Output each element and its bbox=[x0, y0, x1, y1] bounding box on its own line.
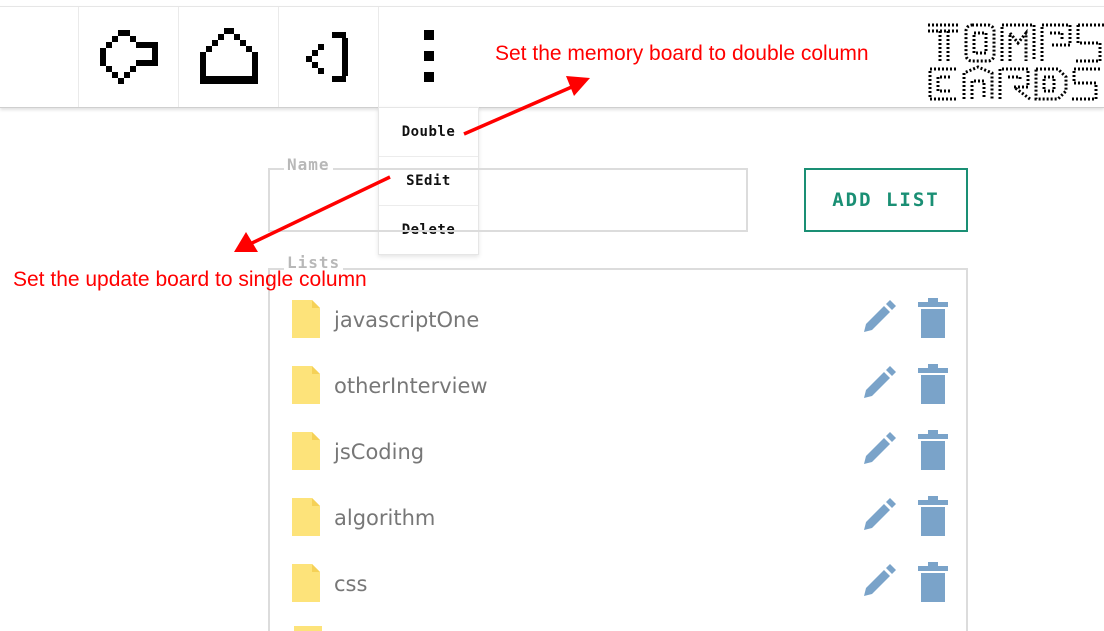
list-item[interactable]: jsCoding bbox=[290, 430, 950, 498]
list-item[interactable]: javascriptOne bbox=[290, 298, 950, 366]
file-icon bbox=[292, 564, 320, 602]
file-icon bbox=[294, 626, 322, 631]
trash-icon[interactable] bbox=[918, 298, 948, 338]
logout-icon bbox=[305, 32, 348, 82]
more-button[interactable] bbox=[378, 7, 478, 107]
logout-button[interactable] bbox=[278, 7, 378, 107]
file-icon bbox=[292, 366, 320, 404]
list-item-label: css bbox=[334, 572, 368, 596]
app-logo bbox=[924, 17, 1104, 103]
trash-icon[interactable] bbox=[918, 496, 948, 536]
home-button[interactable] bbox=[178, 7, 278, 107]
file-icon bbox=[292, 300, 320, 338]
more-vertical-icon bbox=[423, 30, 434, 82]
edit-icon[interactable] bbox=[860, 300, 896, 336]
edit-icon[interactable] bbox=[860, 498, 896, 534]
annotation-sedit: Set the update board to single column bbox=[13, 268, 367, 291]
trash-icon[interactable] bbox=[918, 364, 948, 404]
list-item-label: otherInterview bbox=[334, 374, 488, 398]
list-item-label: jsCoding bbox=[334, 440, 425, 464]
home-icon bbox=[199, 28, 258, 84]
edit-icon[interactable] bbox=[860, 366, 896, 402]
list-item-label: algorithm bbox=[334, 506, 436, 530]
list-item-label: javascriptOne bbox=[334, 308, 480, 332]
edit-icon[interactable] bbox=[860, 432, 896, 468]
page: Double SEdit Delete Name ADD LIST Lists … bbox=[0, 0, 1104, 631]
add-list-button[interactable]: ADD LIST bbox=[804, 168, 968, 232]
list-item[interactable]: css bbox=[290, 562, 950, 630]
list-item[interactable]: algorithm bbox=[290, 496, 950, 564]
back-arrow-icon bbox=[99, 30, 158, 84]
annotation-double: Set the memory board to double column bbox=[495, 42, 869, 65]
menu-item-double[interactable]: Double bbox=[379, 108, 478, 157]
file-icon bbox=[292, 498, 320, 536]
back-button[interactable] bbox=[78, 7, 178, 107]
file-icon bbox=[292, 432, 320, 470]
name-legend: Name bbox=[284, 155, 333, 174]
trash-icon[interactable] bbox=[918, 430, 948, 470]
trash-icon[interactable] bbox=[918, 562, 948, 602]
logo-pixel-text bbox=[928, 23, 1104, 101]
name-input[interactable] bbox=[268, 168, 748, 232]
list-item[interactable]: otherInterview bbox=[290, 364, 950, 432]
edit-icon[interactable] bbox=[860, 564, 896, 600]
